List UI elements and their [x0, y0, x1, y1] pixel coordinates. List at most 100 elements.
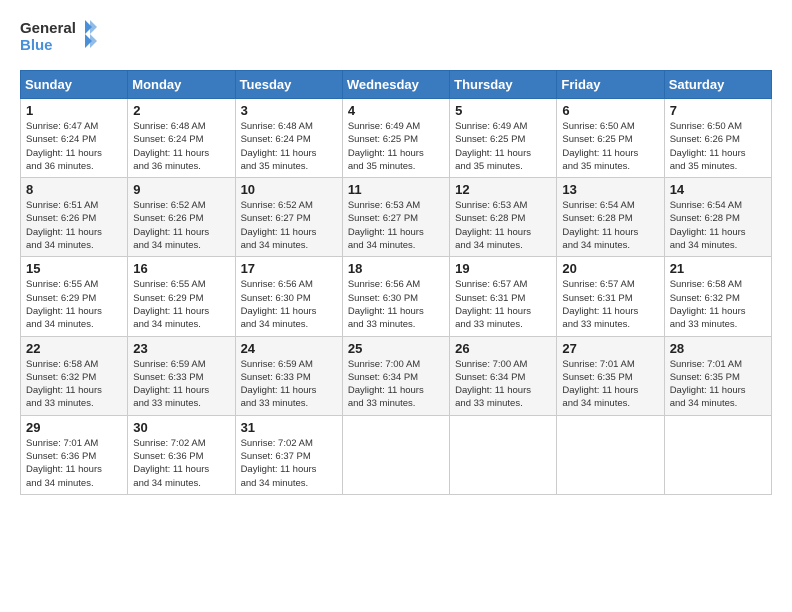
day-number: 17: [241, 261, 337, 276]
calendar-cell: 8Sunrise: 6:51 AMSunset: 6:26 PMDaylight…: [21, 178, 128, 257]
day-number: 4: [348, 103, 444, 118]
calendar-body: 1 Sunrise: 6:47 AMSunset: 6:24 PMDaylight…: [21, 99, 772, 495]
day-number: 12: [455, 182, 551, 197]
calendar-cell: 16Sunrise: 6:55 AMSunset: 6:29 PMDayligh…: [128, 257, 235, 336]
calendar-cell: 22 Sunrise: 6:58 AMSunset: 6:32 PMDayligh…: [21, 336, 128, 415]
day-info: Sunrise: 6:58 AMSunset: 6:32 PMDaylight:…: [26, 358, 122, 411]
calendar-table: SundayMondayTuesdayWednesdayThursdayFrid…: [20, 70, 772, 495]
calendar-cell: 27Sunrise: 7:01 AMSunset: 6:35 PMDayligh…: [557, 336, 664, 415]
calendar-cell: 31Sunrise: 7:02 AMSunset: 6:37 PMDayligh…: [235, 415, 342, 494]
svg-text:General: General: [20, 20, 76, 37]
calendar-day-header: Monday: [128, 71, 235, 99]
day-info: Sunrise: 6:55 AMSunset: 6:29 PMDaylight:…: [26, 278, 122, 331]
day-number: 9: [133, 182, 229, 197]
day-number: 30: [133, 420, 229, 435]
day-number: 1: [26, 103, 122, 118]
calendar-cell: 7 Sunrise: 6:50 AMSunset: 6:26 PMDaylight…: [664, 99, 771, 178]
day-number: 14: [670, 182, 766, 197]
calendar-cell: [342, 415, 449, 494]
day-info: Sunrise: 6:52 AMSunset: 6:27 PMDaylight:…: [241, 199, 337, 252]
day-info: Sunrise: 6:57 AMSunset: 6:31 PMDaylight:…: [562, 278, 658, 331]
calendar-cell: 19 Sunrise: 6:57 AMSunset: 6:31 PMDayligh…: [450, 257, 557, 336]
day-number: 5: [455, 103, 551, 118]
calendar-week-row: 29 Sunrise: 7:01 AMSunset: 6:36 PMDayligh…: [21, 415, 772, 494]
calendar-cell: 23 Sunrise: 6:59 AMSunset: 6:33 PMDayligh…: [128, 336, 235, 415]
day-info: Sunrise: 6:59 AMSunset: 6:33 PMDaylight:…: [241, 358, 337, 411]
calendar-cell: 9 Sunrise: 6:52 AMSunset: 6:26 PMDaylight…: [128, 178, 235, 257]
calendar-cell: 13Sunrise: 6:54 AMSunset: 6:28 PMDayligh…: [557, 178, 664, 257]
day-info: Sunrise: 6:49 AMSunset: 6:25 PMDaylight:…: [348, 120, 444, 173]
header: General Blue: [20, 15, 772, 60]
calendar-cell: 20 Sunrise: 6:57 AMSunset: 6:31 PMDayligh…: [557, 257, 664, 336]
day-info: Sunrise: 6:47 AMSunset: 6:24 PMDaylight:…: [26, 120, 122, 173]
calendar-cell: 5Sunrise: 6:49 AMSunset: 6:25 PMDaylight…: [450, 99, 557, 178]
day-info: Sunrise: 6:53 AMSunset: 6:28 PMDaylight:…: [455, 199, 551, 252]
calendar-day-header: Friday: [557, 71, 664, 99]
logo: General Blue: [20, 15, 100, 60]
day-number: 24: [241, 341, 337, 356]
calendar-cell: 24 Sunrise: 6:59 AMSunset: 6:33 PMDayligh…: [235, 336, 342, 415]
day-number: 26: [455, 341, 551, 356]
calendar-cell: 12 Sunrise: 6:53 AMSunset: 6:28 PMDayligh…: [450, 178, 557, 257]
day-info: Sunrise: 7:01 AMSunset: 6:35 PMDaylight:…: [562, 358, 658, 411]
day-number: 18: [348, 261, 444, 276]
calendar-cell: 4 Sunrise: 6:49 AMSunset: 6:25 PMDaylight…: [342, 99, 449, 178]
logo-svg: General Blue: [20, 15, 100, 60]
day-info: Sunrise: 6:59 AMSunset: 6:33 PMDaylight:…: [133, 358, 229, 411]
calendar-cell: 25 Sunrise: 7:00 AMSunset: 6:34 PMDayligh…: [342, 336, 449, 415]
calendar-cell: 6 Sunrise: 6:50 AMSunset: 6:25 PMDaylight…: [557, 99, 664, 178]
day-number: 7: [670, 103, 766, 118]
calendar-day-header: Wednesday: [342, 71, 449, 99]
day-info: Sunrise: 6:48 AMSunset: 6:24 PMDaylight:…: [241, 120, 337, 173]
day-number: 22: [26, 341, 122, 356]
svg-text:Blue: Blue: [20, 37, 53, 54]
day-info: Sunrise: 7:02 AMSunset: 6:36 PMDaylight:…: [133, 437, 229, 490]
calendar-cell: 2 Sunrise: 6:48 AMSunset: 6:24 PMDaylight…: [128, 99, 235, 178]
day-number: 29: [26, 420, 122, 435]
calendar-week-row: 1 Sunrise: 6:47 AMSunset: 6:24 PMDaylight…: [21, 99, 772, 178]
day-info: Sunrise: 6:56 AMSunset: 6:30 PMDaylight:…: [241, 278, 337, 331]
day-info: Sunrise: 6:52 AMSunset: 6:26 PMDaylight:…: [133, 199, 229, 252]
day-info: Sunrise: 7:00 AMSunset: 6:34 PMDaylight:…: [348, 358, 444, 411]
calendar-cell: [450, 415, 557, 494]
calendar-cell: 15 Sunrise: 6:55 AMSunset: 6:29 PMDayligh…: [21, 257, 128, 336]
day-number: 3: [241, 103, 337, 118]
day-info: Sunrise: 6:54 AMSunset: 6:28 PMDaylight:…: [562, 199, 658, 252]
calendar-cell: 11 Sunrise: 6:53 AMSunset: 6:27 PMDayligh…: [342, 178, 449, 257]
day-info: Sunrise: 6:57 AMSunset: 6:31 PMDaylight:…: [455, 278, 551, 331]
calendar-cell: 17 Sunrise: 6:56 AMSunset: 6:30 PMDayligh…: [235, 257, 342, 336]
calendar-cell: [557, 415, 664, 494]
day-number: 19: [455, 261, 551, 276]
day-info: Sunrise: 6:54 AMSunset: 6:28 PMDaylight:…: [670, 199, 766, 252]
page: General Blue SundayMondayTuesdayWednesda…: [0, 0, 792, 510]
calendar-cell: 3 Sunrise: 6:48 AMSunset: 6:24 PMDaylight…: [235, 99, 342, 178]
calendar-cell: 30 Sunrise: 7:02 AMSunset: 6:36 PMDayligh…: [128, 415, 235, 494]
calendar-cell: 26Sunrise: 7:00 AMSunset: 6:34 PMDayligh…: [450, 336, 557, 415]
day-info: Sunrise: 7:01 AMSunset: 6:36 PMDaylight:…: [26, 437, 122, 490]
calendar-day-header: Tuesday: [235, 71, 342, 99]
day-number: 6: [562, 103, 658, 118]
day-info: Sunrise: 6:55 AMSunset: 6:29 PMDaylight:…: [133, 278, 229, 331]
calendar-week-row: 22 Sunrise: 6:58 AMSunset: 6:32 PMDayligh…: [21, 336, 772, 415]
calendar-cell: 21Sunrise: 6:58 AMSunset: 6:32 PMDayligh…: [664, 257, 771, 336]
day-number: 2: [133, 103, 229, 118]
day-number: 10: [241, 182, 337, 197]
day-number: 15: [26, 261, 122, 276]
calendar-day-header: Sunday: [21, 71, 128, 99]
day-info: Sunrise: 6:53 AMSunset: 6:27 PMDaylight:…: [348, 199, 444, 252]
calendar-day-header: Thursday: [450, 71, 557, 99]
day-number: 28: [670, 341, 766, 356]
calendar-week-row: 8Sunrise: 6:51 AMSunset: 6:26 PMDaylight…: [21, 178, 772, 257]
calendar-week-row: 15 Sunrise: 6:55 AMSunset: 6:29 PMDayligh…: [21, 257, 772, 336]
day-number: 11: [348, 182, 444, 197]
day-number: 25: [348, 341, 444, 356]
day-number: 8: [26, 182, 122, 197]
day-number: 23: [133, 341, 229, 356]
day-number: 31: [241, 420, 337, 435]
day-info: Sunrise: 6:56 AMSunset: 6:30 PMDaylight:…: [348, 278, 444, 331]
day-info: Sunrise: 6:50 AMSunset: 6:25 PMDaylight:…: [562, 120, 658, 173]
day-info: Sunrise: 6:48 AMSunset: 6:24 PMDaylight:…: [133, 120, 229, 173]
day-number: 20: [562, 261, 658, 276]
day-info: Sunrise: 6:50 AMSunset: 6:26 PMDaylight:…: [670, 120, 766, 173]
calendar-cell: 28Sunrise: 7:01 AMSunset: 6:35 PMDayligh…: [664, 336, 771, 415]
